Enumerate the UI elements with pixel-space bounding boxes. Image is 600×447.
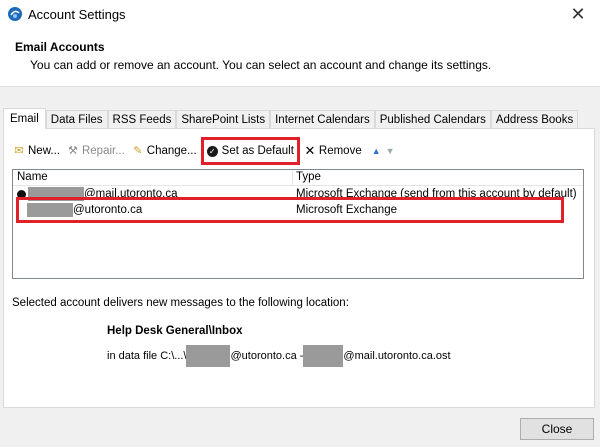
redacted-username bbox=[186, 345, 231, 367]
header: Email Accounts You can add or remove an … bbox=[0, 30, 600, 87]
email-tab-panel: ✉ New... ⚒ Repair... ✎ Change... ✓ Set a… bbox=[3, 128, 595, 408]
column-header-type[interactable]: Type bbox=[293, 170, 321, 185]
datafile-suffix: @mail.utoronto.ca.ost bbox=[343, 350, 451, 362]
list-header: Name Type bbox=[13, 170, 583, 186]
section-title: Email Accounts bbox=[15, 40, 105, 54]
default-check-icon: ✓ bbox=[206, 145, 218, 157]
tab-published-calendars[interactable]: Published Calendars bbox=[374, 110, 491, 129]
tab-rss-feeds[interactable]: RSS Feeds bbox=[107, 110, 177, 129]
remove-icon: ✕ bbox=[304, 143, 316, 158]
selected-row-highlight bbox=[16, 197, 564, 223]
toolbar: ✉ New... ⚒ Repair... ✎ Change... ✓ Set a… bbox=[12, 137, 397, 165]
set-as-default-button[interactable]: ✓ Set as Default bbox=[200, 137, 300, 165]
title-bar: Account Settings ✕ bbox=[0, 0, 600, 30]
delivery-folder: Help Desk General\Inbox bbox=[107, 325, 243, 337]
repair-icon: ⚒ bbox=[68, 145, 78, 157]
section-description: You can add or remove an account. You ca… bbox=[30, 58, 492, 72]
redacted-username bbox=[303, 345, 344, 367]
delivery-info-text: Selected account delivers new messages t… bbox=[12, 297, 349, 309]
change-label: Change... bbox=[146, 145, 197, 157]
set-as-default-label: Set as Default bbox=[221, 145, 294, 157]
outlook-app-icon bbox=[8, 7, 22, 21]
repair-button[interactable]: ⚒ Repair... bbox=[66, 141, 125, 161]
close-button[interactable]: Close bbox=[520, 418, 594, 440]
close-window-icon[interactable]: ✕ bbox=[566, 3, 590, 25]
new-label: New... bbox=[28, 145, 60, 157]
repair-label: Repair... bbox=[81, 145, 125, 157]
new-button[interactable]: ✉ New... bbox=[12, 141, 60, 161]
move-down-icon[interactable]: ▼ bbox=[386, 146, 395, 156]
delivery-data-file: in data file C:\...\ @utoronto.ca - @mai… bbox=[107, 345, 451, 367]
account-list: Name Type @mail.utoronto.ca Microsoft Ex… bbox=[12, 169, 584, 279]
remove-button[interactable]: ✕ Remove bbox=[303, 141, 362, 161]
tab-sharepoint-lists[interactable]: SharePoint Lists bbox=[176, 110, 271, 129]
tab-address-books[interactable]: Address Books bbox=[490, 110, 579, 129]
datafile-prefix: in data file C:\...\ bbox=[107, 350, 187, 362]
datafile-mid: @utoronto.ca - bbox=[230, 350, 304, 362]
change-icon: ✎ bbox=[133, 145, 143, 157]
tab-data-files[interactable]: Data Files bbox=[45, 110, 108, 129]
new-icon: ✉ bbox=[14, 145, 24, 157]
column-header-name[interactable]: Name bbox=[13, 170, 293, 185]
window-title: Account Settings bbox=[28, 7, 126, 22]
tab-internet-calendars[interactable]: Internet Calendars bbox=[270, 110, 375, 129]
remove-label: Remove bbox=[318, 145, 362, 157]
change-button[interactable]: ✎ Change... bbox=[131, 141, 197, 161]
tab-strip: Email Data Files RSS Feeds SharePoint Li… bbox=[3, 108, 579, 129]
tab-email[interactable]: Email bbox=[3, 108, 46, 129]
move-up-icon[interactable]: ▲ bbox=[372, 146, 381, 156]
